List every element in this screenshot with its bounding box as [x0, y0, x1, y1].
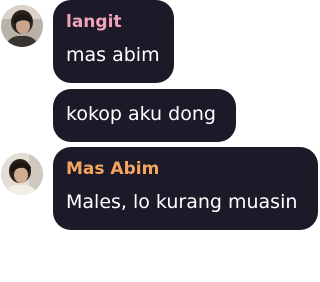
message-bubble-continuation[interactable]: kokop aku dong — [53, 89, 236, 142]
mas-abim-avatar[interactable] — [1, 153, 43, 195]
sender-name[interactable]: Mas Abim — [66, 159, 159, 179]
message-text: Males, lo kurang muasin — [66, 191, 298, 213]
user-avatar-photo-icon — [1, 153, 43, 195]
sender-name[interactable]: langit — [66, 12, 122, 32]
message-bubble-langit[interactable]: langit mas abim — [53, 0, 174, 83]
message-text: mas abim — [66, 44, 160, 66]
user-avatar-photo-icon — [1, 5, 43, 47]
message-bubble-mas-abim[interactable]: Mas Abim Males, lo kurang muasin — [53, 147, 318, 230]
chat-conversation: langit mas abim kokop aku dong Mas Abim … — [0, 0, 320, 282]
message-text: kokop aku dong — [66, 103, 216, 125]
langit-avatar[interactable] — [1, 5, 43, 47]
